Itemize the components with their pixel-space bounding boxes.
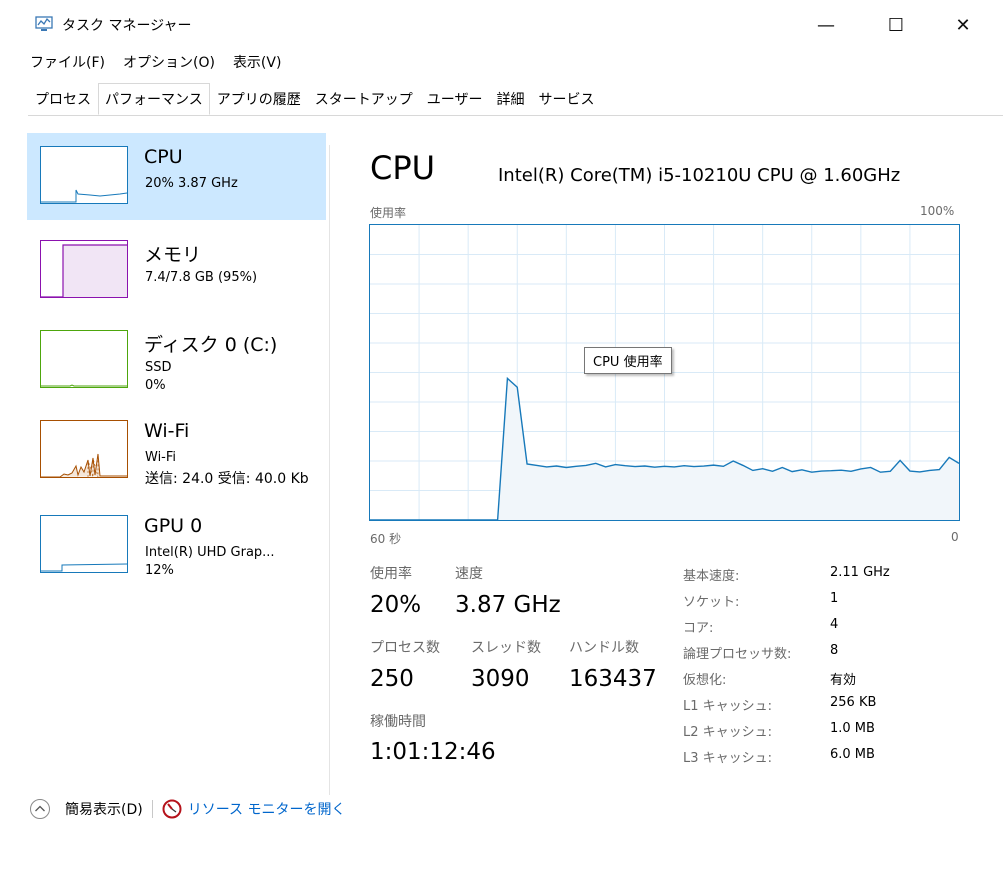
processes-label: プロセス数 — [370, 640, 440, 656]
graph-y-label: 使用率 — [370, 206, 407, 220]
title-bar[interactable]: タスク マネージャー — ☐ ✕ — [0, 0, 1003, 48]
detail-value-cores: 4 — [830, 617, 839, 632]
tab-app-history[interactable]: アプリの履歴 — [210, 85, 308, 114]
tab-users[interactable]: ユーザー — [420, 85, 490, 114]
close-icon: ✕ — [955, 14, 971, 36]
graph-time-span: 60 秒 — [370, 532, 402, 546]
wifi-mini-graph — [40, 420, 128, 478]
open-resource-monitor-link[interactable]: リソース モニターを開く — [162, 799, 346, 819]
graph-y-min: 0 — [951, 530, 959, 544]
sidebar-wifi-title: Wi-Fi — [144, 420, 190, 442]
memory-mini-graph — [40, 240, 128, 298]
uptime-label: 稼働時間 — [370, 714, 426, 730]
sidebar-cpu-title: CPU — [144, 146, 183, 168]
sidebar-disk-type: SSD — [145, 360, 172, 375]
detail-key-l1-cache: L1 キャッシュ: — [683, 699, 773, 714]
menu-view[interactable]: 表示(V) — [233, 52, 282, 74]
detail-value-l1-cache: 256 KB — [830, 695, 877, 710]
tab-startup[interactable]: スタートアップ — [308, 85, 420, 114]
minimize-button[interactable]: — — [803, 10, 849, 40]
handles-label: ハンドル数 — [569, 640, 639, 656]
sidebar-disk-usage: 0% — [145, 378, 166, 393]
detail-key-l2-cache: L2 キャッシュ: — [683, 725, 773, 740]
detail-key-virtualization: 仮想化: — [683, 673, 727, 688]
sidebar-item-wifi[interactable]: Wi-Fi Wi-Fi 送信: 24.0 受信: 40.0 Kb — [27, 407, 326, 494]
gpu-mini-graph — [40, 515, 128, 573]
chevron-up-icon — [30, 799, 50, 819]
uptime-value: 1:01:12:46 — [370, 739, 496, 765]
detail-value-logical-processors: 8 — [830, 643, 839, 658]
sidebar-item-disk[interactable]: ディスク 0 (C:) SSD 0% — [27, 317, 326, 404]
detail-key-cores: コア: — [683, 621, 714, 636]
resource-monitor-label: リソース モニターを開く — [187, 802, 346, 818]
sidebar-disk-title: ディスク 0 (C:) — [144, 334, 278, 356]
cpu-model-name: Intel(R) Core(TM) i5-10210U CPU @ 1.60GH… — [498, 165, 901, 186]
detail-value-l3-cache: 6.0 MB — [830, 747, 875, 762]
sidebar-cpu-detail: 20% 3.87 GHz — [145, 176, 238, 191]
processes-value: 250 — [370, 666, 414, 692]
footer: 簡易表示(D) リソース モニターを開く — [29, 794, 345, 824]
sidebar-gpu-model: Intel(R) UHD Grap... — [145, 545, 275, 560]
detail-key-base-speed: 基本速度: — [683, 569, 740, 584]
menu-file[interactable]: ファイル(F) — [30, 52, 105, 74]
threads-label: スレッド数 — [471, 640, 541, 656]
footer-separator — [151, 800, 153, 818]
window-title: タスク マネージャー — [62, 18, 192, 34]
tab-strip: プロセス パフォーマンス アプリの履歴 スタートアップ ユーザー 詳細 サービス — [28, 83, 1003, 116]
task-manager-app-icon — [35, 16, 53, 31]
detail-key-sockets: ソケット: — [683, 595, 740, 610]
sidebar-gpu-title: GPU 0 — [144, 515, 203, 537]
graph-y-max: 100% — [920, 204, 955, 218]
detail-value-base-speed: 2.11 GHz — [830, 565, 890, 580]
tab-performance[interactable]: パフォーマンス — [98, 83, 210, 115]
menu-bar: ファイル(F) オプション(O) 表示(V) — [30, 52, 281, 74]
detail-key-l3-cache: L3 キャッシュ: — [683, 751, 773, 766]
graph-tooltip: CPU 使用率 — [584, 347, 672, 374]
handles-value: 163437 — [569, 666, 657, 692]
detail-key-logical-processors: 論理プロセッサ数: — [683, 647, 792, 662]
sidebar-item-cpu[interactable]: CPU 20% 3.87 GHz — [27, 133, 326, 220]
disk-mini-graph — [40, 330, 128, 388]
sidebar-item-gpu[interactable]: GPU 0 Intel(R) UHD Grap... 12% — [27, 502, 326, 589]
page-title: CPU — [370, 149, 436, 187]
sidebar-item-memory[interactable]: メモリ 7.4/7.8 GB (95%) — [27, 227, 326, 314]
sidebar-wifi-throughput: 送信: 24.0 受信: 40.0 Kb — [145, 471, 309, 487]
tab-processes[interactable]: プロセス — [28, 85, 98, 114]
menu-options[interactable]: オプション(O) — [123, 52, 215, 74]
fewer-details-button[interactable]: 簡易表示(D) — [29, 798, 143, 820]
sidebar-wifi-adapter: Wi-Fi — [145, 450, 177, 465]
detail-value-sockets: 1 — [830, 591, 839, 606]
detail-value-virtualization: 有効 — [830, 673, 857, 688]
sidebar-memory-detail: 7.4/7.8 GB (95%) — [145, 270, 258, 285]
cpu-mini-graph — [40, 146, 128, 204]
tab-services[interactable]: サービス — [531, 85, 601, 114]
tab-details[interactable]: 詳細 — [489, 85, 531, 114]
resource-monitor-icon — [162, 799, 182, 819]
detail-value-l2-cache: 1.0 MB — [830, 721, 875, 736]
close-button[interactable]: ✕ — [940, 10, 986, 40]
sidebar-memory-title: メモリ — [144, 244, 202, 266]
fewer-details-label: 簡易表示(D) — [65, 802, 143, 818]
maximize-icon: ☐ — [887, 14, 905, 36]
speed-value: 3.87 GHz — [455, 592, 561, 618]
usage-label: 使用率 — [370, 566, 412, 582]
usage-value: 20% — [370, 592, 422, 618]
minimize-icon: — — [817, 14, 835, 36]
maximize-button[interactable]: ☐ — [873, 10, 919, 40]
panel-divider[interactable] — [329, 145, 330, 795]
speed-label: 速度 — [455, 566, 483, 582]
sidebar-gpu-usage: 12% — [145, 563, 174, 578]
threads-value: 3090 — [471, 666, 530, 692]
